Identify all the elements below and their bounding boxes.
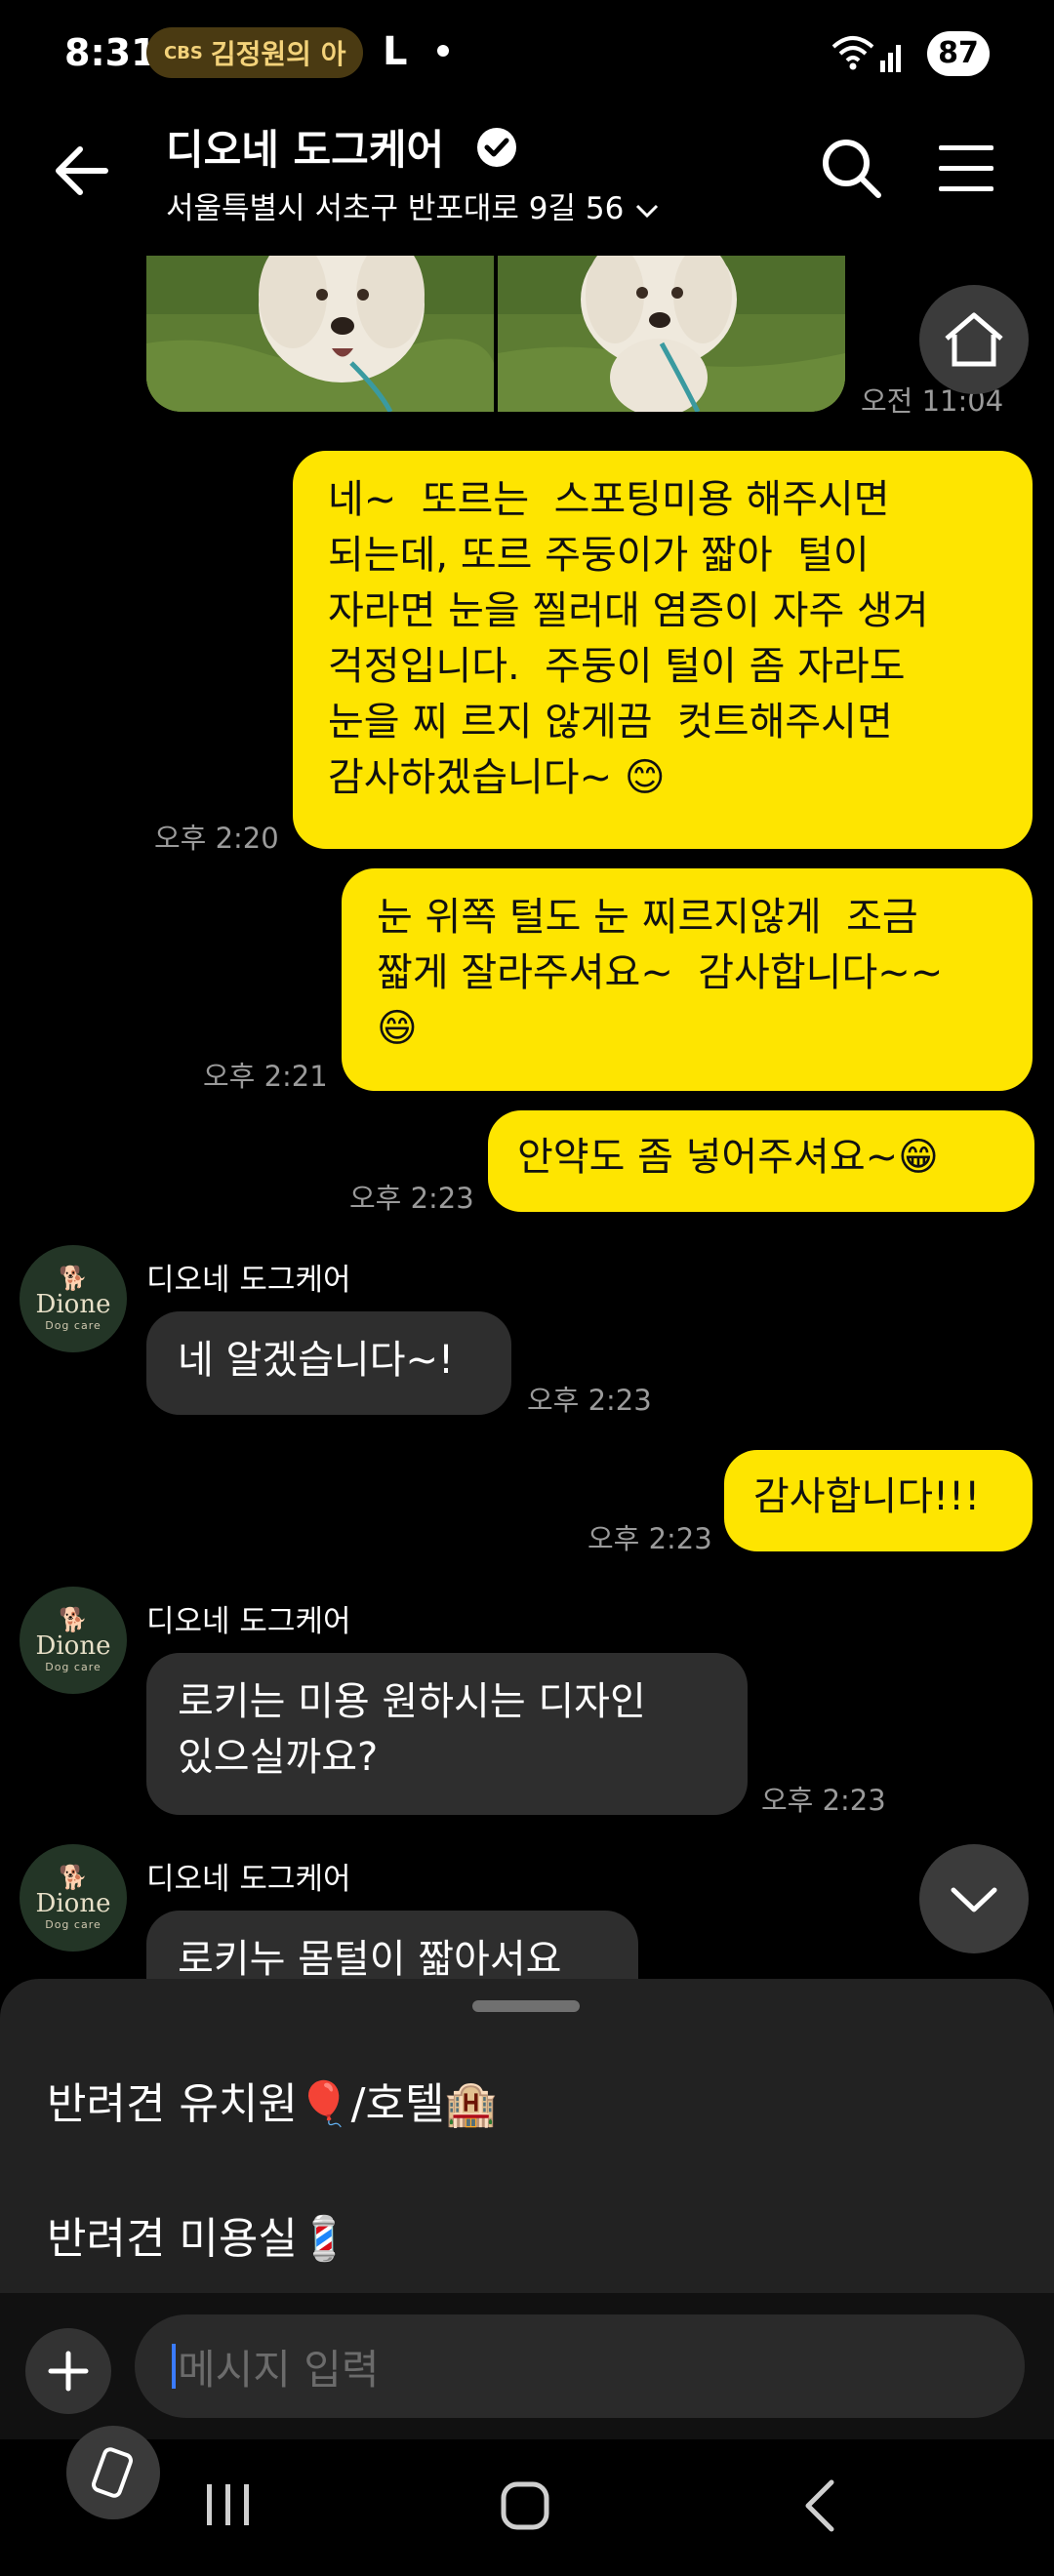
message-time: 오후 2:23 — [527, 1384, 652, 1417]
my-message-bubble[interactable]: 눈 위쪽 털도 눈 찌르지않게 조금 짧게 잘라주셔요~ 감사합니다~~ 😄 — [342, 868, 1033, 1091]
rotate-phone-icon — [92, 2447, 133, 2498]
quick-reply-grooming[interactable]: 반려견 미용실💈 — [47, 2203, 351, 2266]
dog-photo-2[interactable] — [498, 256, 845, 412]
status-time: 8:31 — [64, 31, 157, 74]
sender-name: 디오네 도그케어 — [146, 1263, 351, 1298]
dione-avatar[interactable]: 🐕 Dione Dog care — [20, 1245, 127, 1352]
message-input-placeholder: 메시지 입력 — [178, 2345, 380, 2394]
text-caret — [172, 2344, 176, 2389]
message-input[interactable]: 메시지 입력 — [135, 2314, 1025, 2418]
verified-badge-icon — [477, 128, 516, 167]
message-text: 눈 위쪽 털도 눈 찌르지않게 조금 짧게 잘라주셔요~ 감사합니다~~ 😄 — [377, 895, 944, 1051]
chat-title[interactable]: 디오네 도그케어 — [166, 117, 444, 177]
attach-plus-button[interactable] — [25, 2328, 111, 2414]
message-time: 오후 2:23 — [761, 1784, 886, 1817]
dog-logo-icon: 🐕 — [59, 1863, 88, 1891]
home-icon — [945, 312, 1003, 367]
avatar-brand: Dione — [35, 1888, 111, 1918]
now-playing-text: 김정원의 아 — [210, 38, 346, 70]
avatar-sub: Dog care — [45, 1318, 101, 1332]
my-message-bubble[interactable]: 네~ 또르는 스포팅미용 해주시면 되는데, 또르 주둥이가 짧아 털이 자라면… — [293, 451, 1033, 849]
message-text: 안약도 좀 넣어주셔요~😁 — [517, 1135, 939, 1180]
message-time: 오후 2:23 — [349, 1182, 474, 1215]
message-time: 오후 2:23 — [588, 1522, 712, 1555]
message-time: 오후 2:20 — [154, 822, 279, 855]
address-text: 서울특별시 서초구 반포대로 9길 56 — [166, 191, 625, 226]
sheet-drag-handle[interactable] — [472, 2000, 580, 2012]
home-nav-icon[interactable] — [500, 2480, 552, 2531]
avatar-sub: Dog care — [45, 1917, 101, 1931]
scroll-down-button[interactable] — [919, 1844, 1029, 1953]
chevron-down-icon — [951, 1887, 997, 1912]
dione-avatar[interactable]: 🐕 Dione Dog care — [20, 1844, 127, 1952]
avatar-sub: Dog care — [45, 1660, 101, 1673]
now-playing-pill[interactable]: CBS 김정원의 아 — [146, 27, 363, 78]
plus-icon — [48, 2351, 89, 2392]
wifi-signal-icon — [831, 36, 901, 72]
dog-logo-icon: 🐕 — [59, 1264, 88, 1292]
back-arrow-icon[interactable] — [49, 137, 117, 205]
sender-name: 디오네 도그케어 — [146, 1862, 351, 1897]
back-nav-icon[interactable] — [800, 2478, 839, 2533]
avatar-brand: Dione — [35, 1630, 111, 1661]
app-notification-icon: L — [383, 29, 408, 74]
chevron-down-icon — [636, 204, 659, 218]
search-icon[interactable] — [820, 137, 884, 201]
battery-indicator: 87 — [927, 31, 990, 76]
other-message-bubble[interactable]: 로키는 미용 원하시는 디자인 있으실까요? — [146, 1653, 748, 1815]
avatar-brand: Dione — [35, 1289, 111, 1319]
my-message-bubble[interactable]: 안약도 좀 넣어주셔요~😁 — [488, 1110, 1034, 1212]
my-message-bubble[interactable]: 감사합니다!!! — [724, 1450, 1033, 1551]
message-time: 오후 2:21 — [203, 1060, 328, 1093]
quick-reply-kindergarten-hotel[interactable]: 반려견 유치원🎈/호텔🏨 — [47, 2069, 498, 2131]
notification-dot — [437, 45, 449, 57]
menu-icon[interactable] — [937, 142, 995, 195]
dione-avatar[interactable]: 🐕 Dione Dog care — [20, 1587, 127, 1694]
recent-apps-icon[interactable] — [203, 2482, 254, 2527]
cbs-badge: CBS — [164, 42, 203, 63]
chat-subtitle-address[interactable]: 서울특별시 서초구 반포대로 9길 56 — [166, 183, 661, 227]
other-message-bubble[interactable]: 네 알겠습니다~! — [146, 1311, 511, 1415]
home-button[interactable] — [919, 285, 1029, 394]
dog-photo-1[interactable] — [146, 256, 494, 412]
dog-logo-icon: 🐕 — [59, 1605, 88, 1633]
message-text: 네~ 또르는 스포팅미용 해주시면 되는데, 또르 주둥이가 짧아 털이 자라면… — [328, 477, 929, 800]
rotate-screen-button[interactable] — [66, 2426, 160, 2519]
sender-name: 디오네 도그케어 — [146, 1604, 351, 1639]
message-text: 감사합니다!!! — [753, 1474, 981, 1519]
